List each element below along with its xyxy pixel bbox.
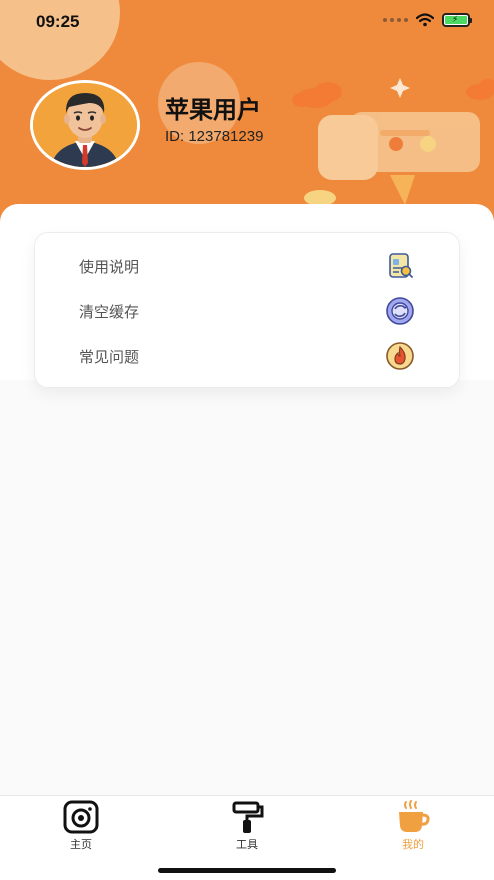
menu-item-label: 清空缓存 — [79, 302, 140, 321]
tab-label: 工具 — [236, 838, 258, 851]
coffee-cup-icon — [399, 800, 430, 832]
menu-item-clear-cache[interactable]: 清空缓存 — [35, 289, 461, 333]
tab-home[interactable]: 主页 — [46, 800, 116, 851]
user-name: 苹果用户 — [165, 96, 261, 124]
menu-card: 使用说明 清空缓存 常见问题 — [34, 232, 460, 388]
menu-item-label: 常见问题 — [79, 347, 140, 366]
status-time: 09:25 — [36, 12, 80, 31]
menu-item-instructions[interactable]: 使用说明 — [35, 244, 461, 288]
user-avatar-icon — [33, 83, 137, 167]
flame-icon — [386, 342, 414, 370]
user-id: ID: 123781239 — [165, 128, 264, 145]
tab-label: 主页 — [70, 838, 92, 851]
document-search-icon — [389, 253, 413, 278]
menu-item-faq[interactable]: 常见问题 — [35, 334, 461, 378]
camera-icon — [63, 800, 99, 834]
refresh-circle-icon — [386, 297, 414, 325]
header-illustration — [292, 78, 494, 206]
status-icons: ⚡ — [383, 13, 472, 27]
content-background — [0, 380, 494, 800]
tab-mine[interactable]: 我的 — [378, 800, 448, 851]
avatar[interactable] — [30, 80, 140, 170]
wifi-icon — [416, 13, 434, 27]
paint-roller-icon — [232, 801, 264, 833]
home-indicator — [158, 868, 336, 873]
status-bar: 09:25 ⚡ — [0, 0, 494, 44]
signal-icon — [383, 18, 408, 22]
tab-tools[interactable]: 工具 — [212, 800, 282, 851]
tab-label: 我的 — [402, 838, 424, 851]
menu-item-label: 使用说明 — [79, 257, 140, 276]
battery-icon: ⚡ — [442, 13, 472, 27]
